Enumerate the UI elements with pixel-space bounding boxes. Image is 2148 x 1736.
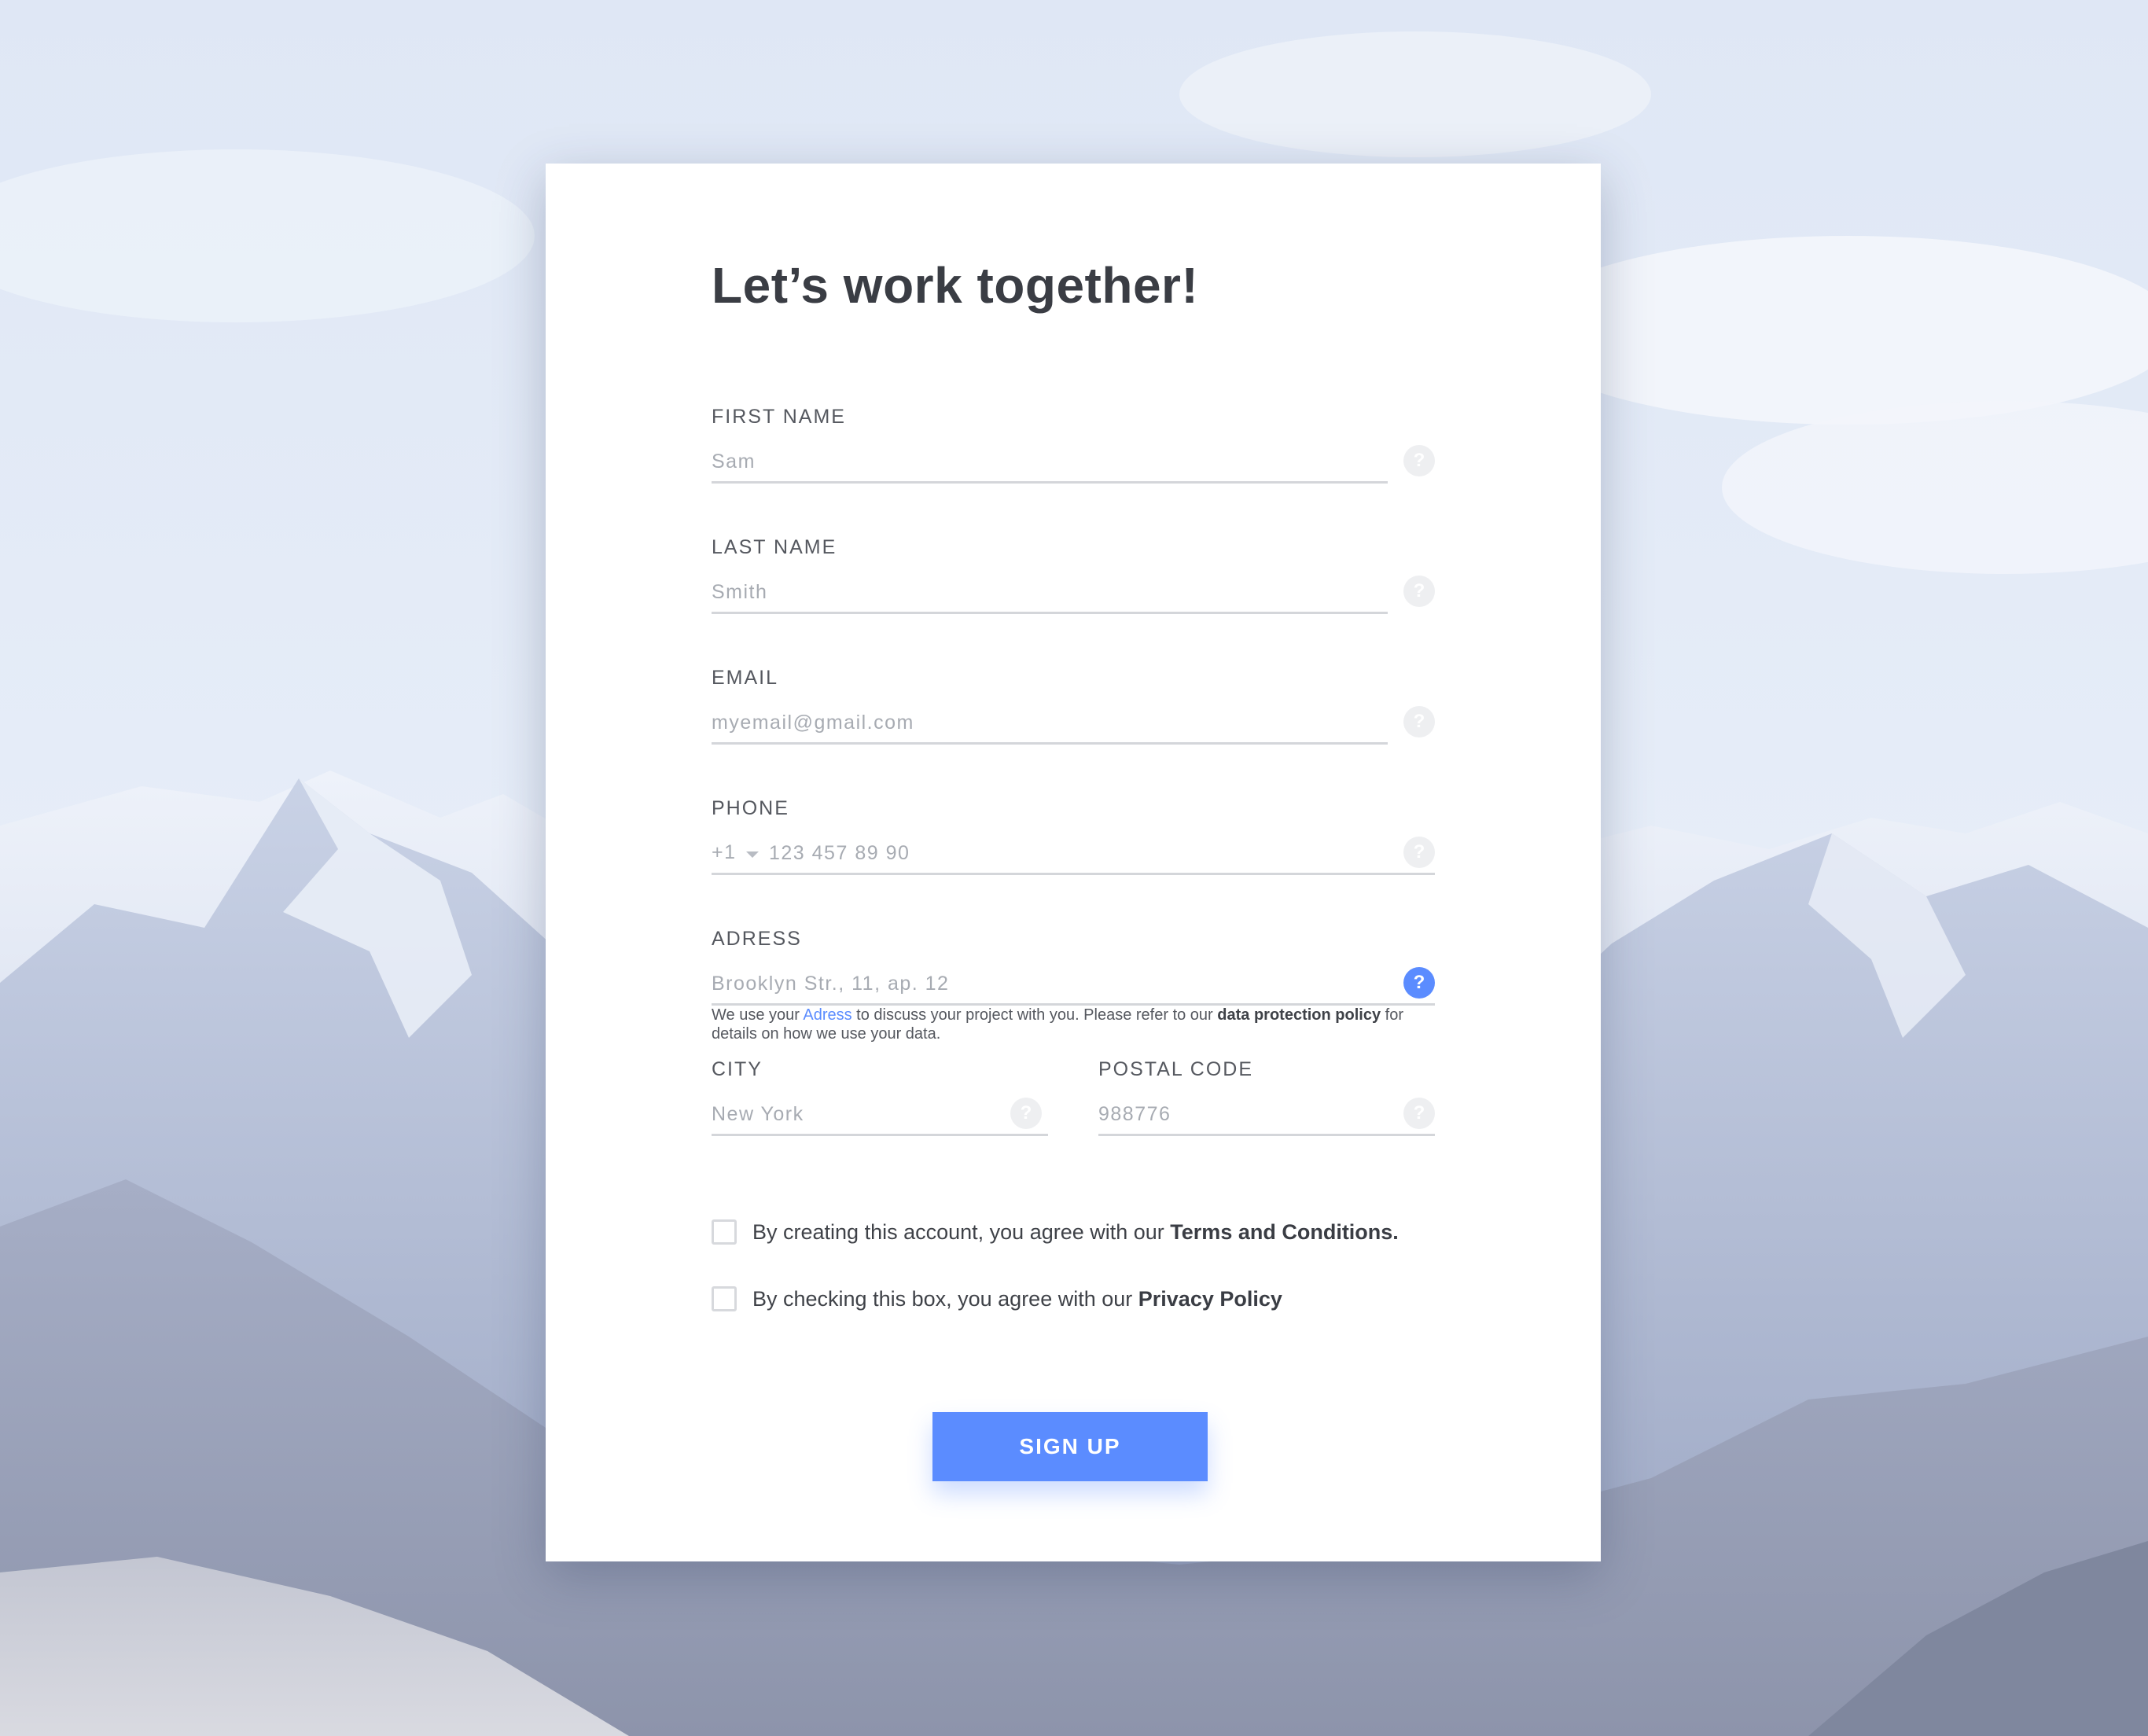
help-icon[interactable]: ?: [1403, 1098, 1435, 1129]
first-name-field: FIRST NAME ?: [712, 406, 1435, 492]
address-hint: We use your Adress to discuss your proje…: [712, 1006, 1435, 1043]
phone-input[interactable]: [769, 833, 1388, 873]
city-field: CITY ?: [712, 1058, 1048, 1145]
address-input[interactable]: [712, 964, 1435, 1006]
city-label: CITY: [712, 1058, 763, 1080]
privacy-policy-link[interactable]: Privacy Policy: [1138, 1287, 1282, 1311]
terms-text: By creating this account, you agree with…: [752, 1219, 1171, 1244]
help-icon[interactable]: ?: [1403, 967, 1435, 999]
form-title: Let’s work together!: [712, 257, 1199, 314]
help-icon[interactable]: ?: [1010, 1098, 1042, 1129]
postal-code-label: POSTAL CODE: [1098, 1058, 1254, 1080]
terms-consent: By creating this account, you agree with…: [712, 1216, 1399, 1248]
email-input[interactable]: [712, 703, 1388, 745]
phone-field: PHONE +1 ?: [712, 797, 1435, 884]
first-name-label: FIRST NAME: [712, 406, 846, 428]
help-icon[interactable]: ?: [1403, 445, 1435, 476]
privacy-consent-label: By checking this box, you agree with our…: [752, 1287, 1282, 1311]
address-label: ADRESS: [712, 928, 802, 950]
help-icon[interactable]: ?: [1403, 706, 1435, 737]
phone-underline: [712, 873, 1435, 875]
country-code-select[interactable]: +1: [712, 841, 737, 864]
signup-card: Let’s work together! FIRST NAME ? LAST N…: [546, 164, 1601, 1561]
phone-label: PHONE: [712, 797, 789, 819]
mountain-background: Let’s work together! FIRST NAME ? LAST N…: [0, 0, 2148, 1736]
email-label: EMAIL: [712, 667, 779, 689]
postal-code-field: POSTAL CODE ?: [1098, 1058, 1435, 1145]
terms-checkbox[interactable]: [712, 1219, 737, 1245]
privacy-checkbox[interactable]: [712, 1286, 737, 1311]
chevron-down-icon[interactable]: [746, 851, 759, 858]
hint-text: to discuss your project with you. Please…: [851, 1006, 1218, 1024]
first-name-input[interactable]: [712, 442, 1388, 484]
help-icon[interactable]: ?: [1403, 837, 1435, 868]
terms-consent-label: By creating this account, you agree with…: [752, 1220, 1399, 1245]
hint-text: We use your: [712, 1006, 804, 1024]
email-field: EMAIL ?: [712, 667, 1435, 753]
sign-up-button[interactable]: SIGN UP: [932, 1412, 1208, 1481]
data-protection-policy-link[interactable]: data protection policy: [1217, 1006, 1381, 1024]
address-field: ADRESS ?: [712, 928, 1435, 1014]
last-name-input[interactable]: [712, 572, 1388, 614]
address-link[interactable]: Adress: [803, 1006, 851, 1024]
privacy-consent: By checking this box, you agree with our…: [712, 1283, 1282, 1315]
last-name-label: LAST NAME: [712, 536, 837, 558]
postal-code-input[interactable]: [1098, 1094, 1435, 1136]
help-icon[interactable]: ?: [1403, 576, 1435, 607]
last-name-field: LAST NAME ?: [712, 536, 1435, 623]
city-input[interactable]: [712, 1094, 1048, 1136]
terms-link[interactable]: Terms and Conditions.: [1170, 1220, 1399, 1244]
privacy-text: By checking this box, you agree with our: [752, 1286, 1138, 1311]
